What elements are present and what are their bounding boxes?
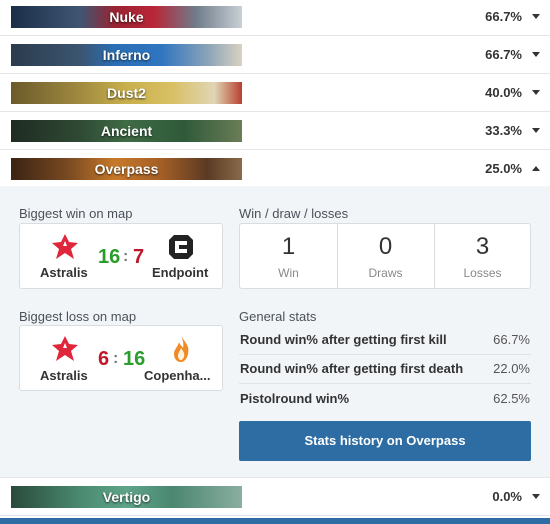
map-win-percent: 0.0% xyxy=(492,489,522,504)
stat-row: Round win% after getting first death 22.… xyxy=(239,354,531,384)
team2-score: 16 xyxy=(123,348,146,370)
score-separator: : xyxy=(123,248,129,265)
losses-count: 3 xyxy=(475,233,490,260)
stat-value: 22.0% xyxy=(493,361,530,376)
wins-label: Win xyxy=(278,266,299,280)
map-win-percent: 33.3% xyxy=(485,123,522,138)
losses-label: Losses xyxy=(463,266,502,280)
wdl-label: Win / draw / losses xyxy=(239,206,349,221)
bottom-accent-bar xyxy=(0,518,550,524)
chevron-down-icon[interactable] xyxy=(532,494,540,499)
stat-label: Round win% after getting first death xyxy=(240,361,464,376)
team2-name: Copenha... xyxy=(144,368,211,383)
chevron-up-icon[interactable] xyxy=(532,166,540,171)
map-win-percent: 25.0% xyxy=(485,161,522,176)
stats-history-button[interactable]: Stats history on Overpass xyxy=(239,421,531,461)
team1-name: Astralis xyxy=(40,265,88,280)
map-banner-inferno: Inferno xyxy=(11,44,242,66)
wins-count: 1 xyxy=(281,233,296,260)
stat-label: Pistolround win% xyxy=(240,391,350,406)
stat-row: Pistolround win% 62.5% xyxy=(239,384,531,414)
map-row-dust2[interactable]: Dust2 40.0% xyxy=(0,74,550,112)
astralis-logo-icon xyxy=(50,232,80,262)
stat-row: Round win% after getting first kill 66.7… xyxy=(239,325,531,355)
biggest-loss-label: Biggest loss on map xyxy=(19,309,137,324)
map-name: Overpass xyxy=(94,161,159,177)
map-banner-ancient: Ancient xyxy=(11,120,242,142)
map-name: Inferno xyxy=(102,47,151,63)
map-name: Ancient xyxy=(100,123,153,139)
map-banner-dust2: Dust2 xyxy=(11,82,242,104)
chevron-down-icon[interactable] xyxy=(532,14,540,19)
losses-cell: 3 Losses xyxy=(434,224,531,288)
score-separator: : xyxy=(113,350,119,367)
map-banner-vertigo: Vertigo xyxy=(11,486,242,508)
map-banner-nuke: Nuke xyxy=(11,6,242,28)
map-name: Nuke xyxy=(109,9,144,25)
stat-value: 62.5% xyxy=(493,391,530,406)
map-banner-overpass: Overpass xyxy=(11,158,242,180)
map-row-overpass[interactable]: Overpass 25.0% xyxy=(0,150,550,188)
team1-name: Astralis xyxy=(40,368,88,383)
draws-cell: 0 Draws xyxy=(337,224,434,288)
general-stats-label: General stats xyxy=(239,309,317,324)
map-row-ancient[interactable]: Ancient 33.3% xyxy=(0,112,550,150)
map-row-inferno[interactable]: Inferno 66.7% xyxy=(0,36,550,74)
stat-label: Round win% after getting first kill xyxy=(240,332,447,347)
stat-value: 66.7% xyxy=(493,332,530,347)
chevron-down-icon[interactable] xyxy=(532,52,540,57)
wdl-card: 1 Win 0 Draws 3 Losses xyxy=(239,223,531,289)
map-name: Vertigo xyxy=(102,489,151,505)
astralis-logo-icon xyxy=(50,334,80,364)
draws-count: 0 xyxy=(378,233,393,260)
map-name: Dust2 xyxy=(107,85,146,101)
team1-score: 16 xyxy=(98,246,121,268)
biggest-win-card: Astralis 16 : 7 Endpoint xyxy=(19,223,223,289)
biggest-win-label: Biggest win on map xyxy=(19,206,133,221)
copenhagen-flames-logo-icon xyxy=(166,334,196,364)
endpoint-logo-icon xyxy=(166,232,196,262)
chevron-down-icon[interactable] xyxy=(532,90,540,95)
biggest-loss-card: Astralis 6 : 16 Copenha... xyxy=(19,325,223,391)
team2-name: Endpoint xyxy=(152,265,209,280)
team1-score: 6 xyxy=(98,348,110,370)
wins-cell: 1 Win xyxy=(240,224,337,288)
map-win-percent: 40.0% xyxy=(485,85,522,100)
chevron-down-icon[interactable] xyxy=(532,128,540,133)
map-row-vertigo[interactable]: Vertigo 0.0% xyxy=(0,478,550,516)
map-win-percent: 66.7% xyxy=(485,47,522,62)
team2-score: 7 xyxy=(133,246,145,268)
map-row-nuke[interactable]: Nuke 66.7% xyxy=(0,0,550,36)
map-win-percent: 66.7% xyxy=(485,9,522,24)
draws-label: Draws xyxy=(368,266,403,280)
